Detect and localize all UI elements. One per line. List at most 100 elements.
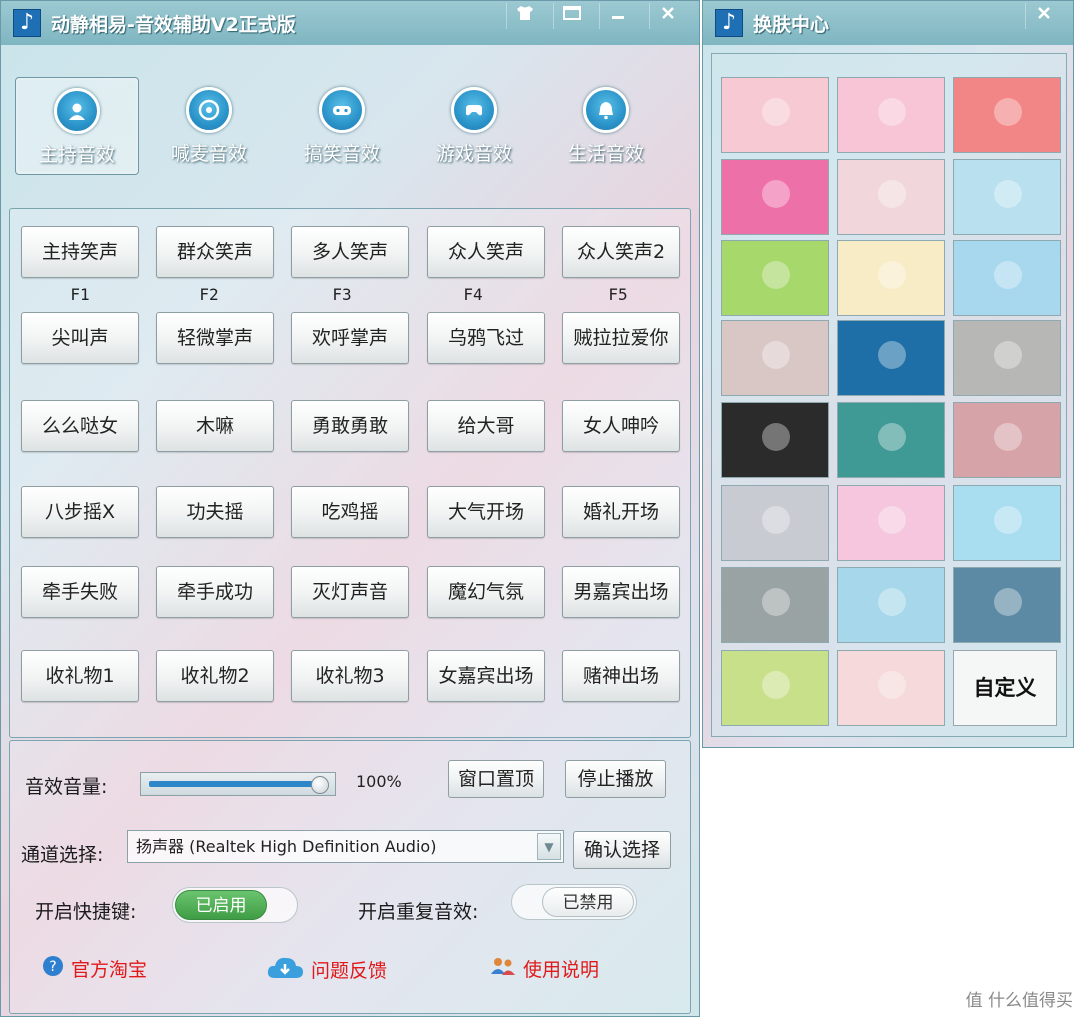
skin-thumbnail-sakura-tree[interactable] — [721, 485, 829, 561]
link-label: 使用说明 — [523, 959, 600, 981]
category-label: 喊麦音效 — [170, 143, 247, 165]
skin-thumbnail-hand-heart[interactable] — [837, 567, 945, 643]
confirm-channel-button[interactable]: 确认选择 — [573, 831, 671, 869]
sound-button[interactable]: 主持笑声 — [21, 226, 139, 278]
sound-button[interactable]: 牵手成功 — [156, 566, 274, 618]
thumbnail-decoration — [878, 180, 906, 208]
feedback-link[interactable]: 问题反馈 — [265, 954, 387, 985]
manual-link[interactable]: 使用说明 — [489, 954, 599, 983]
category-life[interactable]: 生活音效 — [544, 77, 668, 175]
thumbnail-decoration — [878, 341, 906, 369]
skin-thumbnail-red-blur[interactable] — [953, 402, 1061, 478]
skin-thumbnail-pink-toy[interactable] — [837, 485, 945, 561]
skin-thumbnail-green-girl[interactable] — [721, 240, 829, 316]
skin-titlebar: ♪ 换肤中心 — [703, 1, 1073, 45]
skin-shirt-icon[interactable] — [506, 3, 542, 29]
music-note-icon: ♪ — [13, 9, 41, 37]
thumbnail-decoration — [762, 588, 790, 616]
sound-button[interactable]: 功夫摇 — [156, 486, 274, 538]
sound-button[interactable]: 八步摇X — [21, 486, 139, 538]
skin-thumbnail-red-plane[interactable] — [953, 77, 1061, 153]
chevron-down-icon[interactable]: ▼ — [537, 833, 561, 860]
compact-mode-icon[interactable] — [553, 3, 589, 29]
custom-skin-button[interactable]: 自定义 — [953, 650, 1057, 726]
volume-label: 音效音量: — [25, 776, 108, 798]
close-icon[interactable] — [649, 3, 685, 29]
sound-button[interactable]: 女嘉宾出场 — [427, 650, 545, 702]
sound-button[interactable]: 勇敢勇敢 — [291, 400, 409, 452]
volume-slider[interactable] — [140, 772, 336, 796]
channel-select-value: 扬声器 (Realtek High Definition Audio) — [136, 837, 437, 856]
sound-button[interactable]: 众人笑声2 — [562, 226, 680, 278]
skin-thumbnail-dark-ring[interactable] — [721, 402, 829, 478]
sound-button[interactable]: 收礼物2 — [156, 650, 274, 702]
hotkey-toggle[interactable]: 已启用 — [172, 887, 298, 923]
skin-thumbnail-watermelon[interactable] — [953, 159, 1061, 235]
sound-button[interactable]: 贼拉拉爱你 — [562, 312, 680, 364]
skin-thumbnail-heart-girl[interactable] — [837, 650, 945, 726]
category-funny[interactable]: 搞笑音效 — [280, 77, 404, 175]
sound-button[interactable]: 收礼物3 — [291, 650, 409, 702]
repeat-toggle[interactable]: 已禁用 — [511, 884, 637, 920]
category-shout[interactable]: 喊麦音效 — [147, 77, 271, 175]
sound-button[interactable]: 魔幻气氛 — [427, 566, 545, 618]
skin-thumbnail-teal-text[interactable] — [837, 402, 945, 478]
skin-thumbnail-cherry-branch[interactable] — [837, 159, 945, 235]
thumbnail-decoration — [762, 180, 790, 208]
skin-thumbnail-taurus[interactable] — [837, 240, 945, 316]
skin-thumbnail-blue-text[interactable] — [837, 320, 945, 396]
skin-thumbnail-aquarius[interactable] — [953, 240, 1061, 316]
hotkey-label: F1 — [70, 285, 90, 304]
sound-button[interactable]: 灭灯声音 — [291, 566, 409, 618]
channel-select[interactable]: 扬声器 (Realtek High Definition Audio) ▼ — [127, 830, 564, 863]
category-game[interactable]: 游戏音效 — [412, 77, 536, 175]
sound-button[interactable]: 婚礼开场 — [562, 486, 680, 538]
skin-thumbnail-blue-girl[interactable] — [953, 485, 1061, 561]
sound-button[interactable]: 木嘛 — [156, 400, 274, 452]
skin-thumbnail-sea-figure[interactable] — [953, 567, 1061, 643]
category-host[interactable]: 主持音效 — [15, 77, 139, 175]
skin-thumbnail-blossom-blur[interactable] — [721, 320, 829, 396]
minimize-icon[interactable] — [599, 3, 635, 29]
sound-button[interactable]: 乌鸦飞过 — [427, 312, 545, 364]
sound-button[interactable]: 吃鸡摇 — [291, 486, 409, 538]
sound-button[interactable]: 女人呻吟 — [562, 400, 680, 452]
thumbnail-decoration — [878, 98, 906, 126]
sound-button[interactable]: 牵手失败 — [21, 566, 139, 618]
category-label: 游戏音效 — [435, 143, 512, 165]
cloud-download-icon — [265, 954, 305, 985]
sound-button[interactable]: 轻微掌声 — [156, 312, 274, 364]
skin-thumbnail-magenta-boy[interactable] — [721, 159, 829, 235]
volume-slider-thumb[interactable] — [311, 776, 329, 794]
thumbnail-decoration — [994, 261, 1022, 289]
official-store-link[interactable]: ? 官方淘宝 — [41, 954, 147, 983]
users-icon — [489, 954, 517, 983]
sound-button[interactable]: 赌神出场 — [562, 650, 680, 702]
skin-thumbnail-green-leaves[interactable] — [721, 650, 829, 726]
skin-thumbnail-grey-writing[interactable] — [953, 320, 1061, 396]
link-label: 官方淘宝 — [71, 959, 148, 981]
skin-thumbnail-girl-pink[interactable] — [837, 77, 945, 153]
sound-button[interactable]: 给大哥 — [427, 400, 545, 452]
thumbnail-decoration — [762, 506, 790, 534]
pin-window-button[interactable]: 窗口置顶 — [448, 760, 544, 798]
volume-percent: 100% — [356, 772, 402, 791]
skin-thumbnail-grey-dolls[interactable] — [721, 567, 829, 643]
thumbnail-decoration — [762, 671, 790, 699]
thumbnail-decoration — [994, 341, 1022, 369]
sound-button[interactable]: 群众笑声 — [156, 226, 274, 278]
sound-button[interactable]: 收礼物1 — [21, 650, 139, 702]
sound-button[interactable]: 么么哒女 — [21, 400, 139, 452]
stop-playback-button[interactable]: 停止播放 — [565, 760, 666, 798]
watermark: 值 什么值得买 — [966, 986, 1073, 1011]
hotkey-label: F3 — [332, 285, 352, 304]
sound-button[interactable]: 男嘉宾出场 — [562, 566, 680, 618]
close-icon[interactable] — [1025, 3, 1061, 29]
sound-button[interactable]: 众人笑声 — [427, 226, 545, 278]
sound-button[interactable]: 大气开场 — [427, 486, 545, 538]
sound-button[interactable]: 多人笑声 — [291, 226, 409, 278]
sound-button[interactable]: 欢呼掌声 — [291, 312, 409, 364]
skin-thumbnail-pink-petals[interactable] — [721, 77, 829, 153]
link-label: 问题反馈 — [311, 960, 388, 982]
sound-button[interactable]: 尖叫声 — [21, 312, 139, 364]
